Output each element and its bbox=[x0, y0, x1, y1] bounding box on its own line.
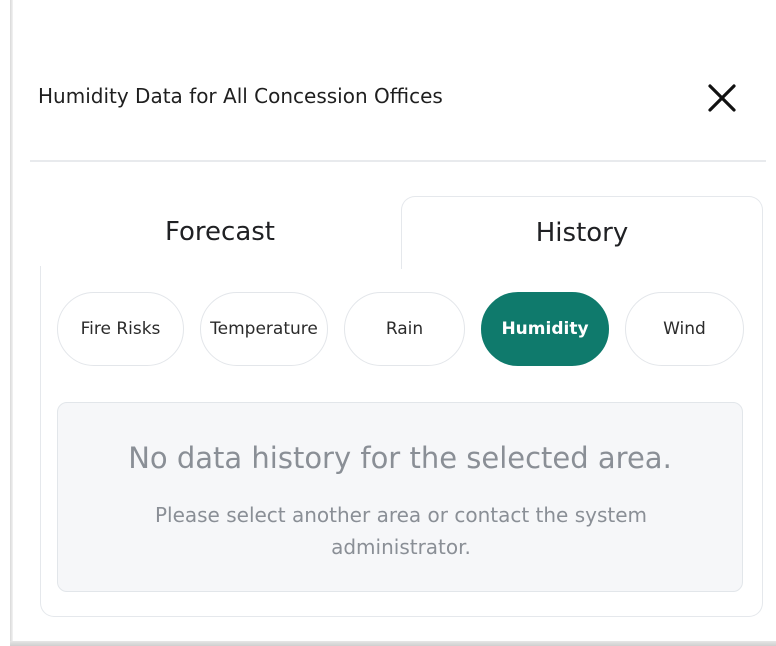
tab-forecast[interactable]: Forecast bbox=[40, 196, 400, 268]
empty-state-title: No data history for the selected area. bbox=[128, 441, 672, 475]
filter-humidity-button[interactable]: Humidity bbox=[481, 292, 609, 366]
header-divider bbox=[30, 160, 766, 162]
filter-wind-button[interactable]: Wind bbox=[625, 292, 744, 366]
dialog-title: Humidity Data for All Concession Offices bbox=[38, 84, 443, 108]
empty-state-box: No data history for the selected area. P… bbox=[57, 402, 743, 592]
close-icon bbox=[708, 84, 736, 112]
dialog-bottom-edge bbox=[10, 641, 776, 646]
tab-history[interactable]: History bbox=[401, 196, 763, 269]
dialog-left-edge bbox=[10, 0, 13, 646]
filter-fire-risks-button[interactable]: Fire Risks bbox=[57, 292, 184, 366]
filter-rain-button[interactable]: Rain bbox=[344, 292, 465, 366]
humidity-data-dialog: Humidity Data for All Concession Offices… bbox=[0, 0, 776, 646]
filter-temperature-button[interactable]: Temperature bbox=[200, 292, 328, 366]
close-button[interactable] bbox=[704, 80, 740, 116]
empty-state-message: Please select another area or contact th… bbox=[154, 503, 648, 559]
